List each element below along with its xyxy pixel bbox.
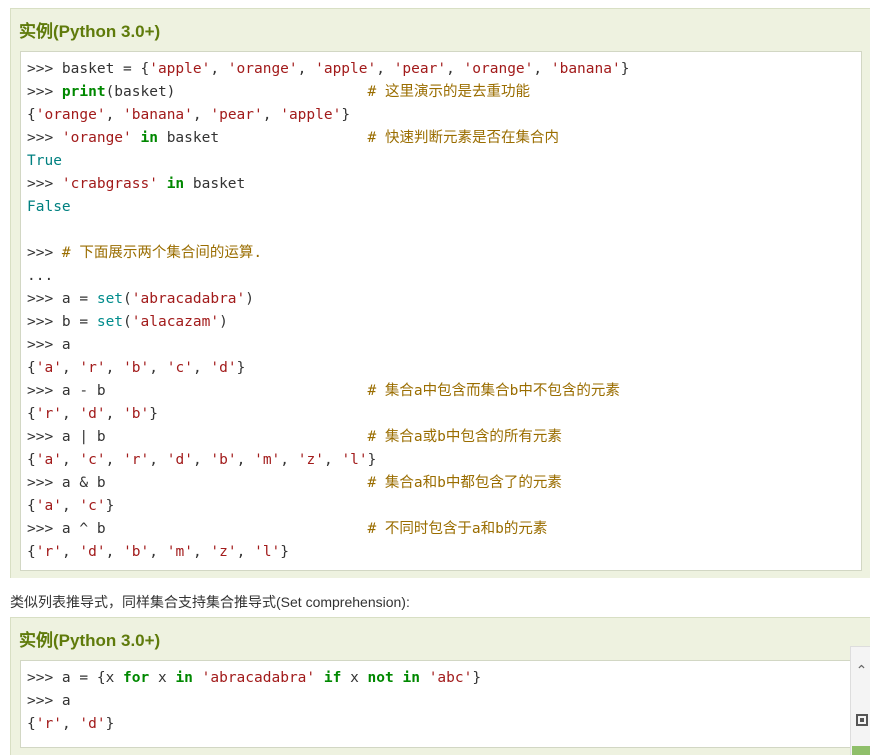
qr-code-icon[interactable] (852, 702, 870, 738)
code-listing: >>> a = {x for x in 'abracadabra' if x n… (21, 661, 870, 736)
code-line: ... (27, 268, 54, 284)
code-box: >>> a = {x for x in 'abracadabra' if x n… (20, 660, 870, 748)
code-line: {'r', 'd'} (27, 716, 115, 732)
code-line: >>> a = {x for x in 'abracadabra' if x n… (27, 670, 482, 686)
code-line: {'orange', 'banana', 'pear', 'apple'} (27, 107, 351, 123)
code-line: {'r', 'd', 'b', 'm', 'z', 'l'} (27, 544, 290, 560)
code-line: >>> a (27, 337, 71, 353)
code-line: >>> a & b # 集合a和b中都包含了的元素 (27, 475, 562, 491)
code-line: >>> a ^ b # 不同时包含于a和b的元素 (27, 521, 548, 537)
code-line: >>> basket = {'apple', 'orange', 'apple'… (27, 61, 630, 77)
code-line: >>> print(basket) # 这里演示的是去重功能 (27, 84, 530, 100)
side-toolbar: ⌃ (850, 646, 870, 755)
side-toolbar-accent (852, 746, 870, 755)
description-text: 类似列表推导式，同样集合支持集合推导式(Set comprehension): (10, 594, 410, 610)
code-line: {'a', 'c', 'r', 'd', 'b', 'm', 'z', 'l'} (27, 452, 377, 468)
code-line: True (27, 153, 62, 169)
code-line: >>> b = set('alacazam') (27, 314, 228, 330)
code-line: >>> a | b # 集合a或b中包含的所有元素 (27, 429, 562, 445)
example-title: 实例(Python 3.0+) (19, 631, 161, 650)
code-line: >>> a = set('abracadabra') (27, 291, 255, 307)
back-to-top-icon[interactable]: ⌃ (852, 653, 870, 689)
code-listing: >>> basket = {'apple', 'orange', 'apple'… (21, 52, 861, 564)
code-line: >>> 'crabgrass' in basket (27, 176, 246, 192)
code-line: {'a', 'r', 'b', 'c', 'd'} (27, 360, 246, 376)
code-box: >>> basket = {'apple', 'orange', 'apple'… (20, 51, 862, 571)
code-line: >>> a - b # 集合a中包含而集合b中不包含的元素 (27, 383, 620, 399)
example-block-1: 实例(Python 3.0+) >>> basket = {'apple', '… (10, 8, 870, 578)
code-line: >>> 'orange' in basket # 快速判断元素是否在集合内 (27, 130, 559, 146)
code-line: {'r', 'd', 'b'} (27, 406, 159, 422)
code-line: >>> a (27, 693, 71, 709)
code-line: {'a', 'c'} (27, 498, 115, 514)
example-block-2: 实例(Python 3.0+) >>> a = {x for x in 'abr… (10, 617, 870, 755)
example-title: 实例(Python 3.0+) (19, 22, 161, 41)
code-line: >>> # 下面展示两个集合间的运算. (27, 245, 263, 261)
code-line: False (27, 199, 71, 215)
